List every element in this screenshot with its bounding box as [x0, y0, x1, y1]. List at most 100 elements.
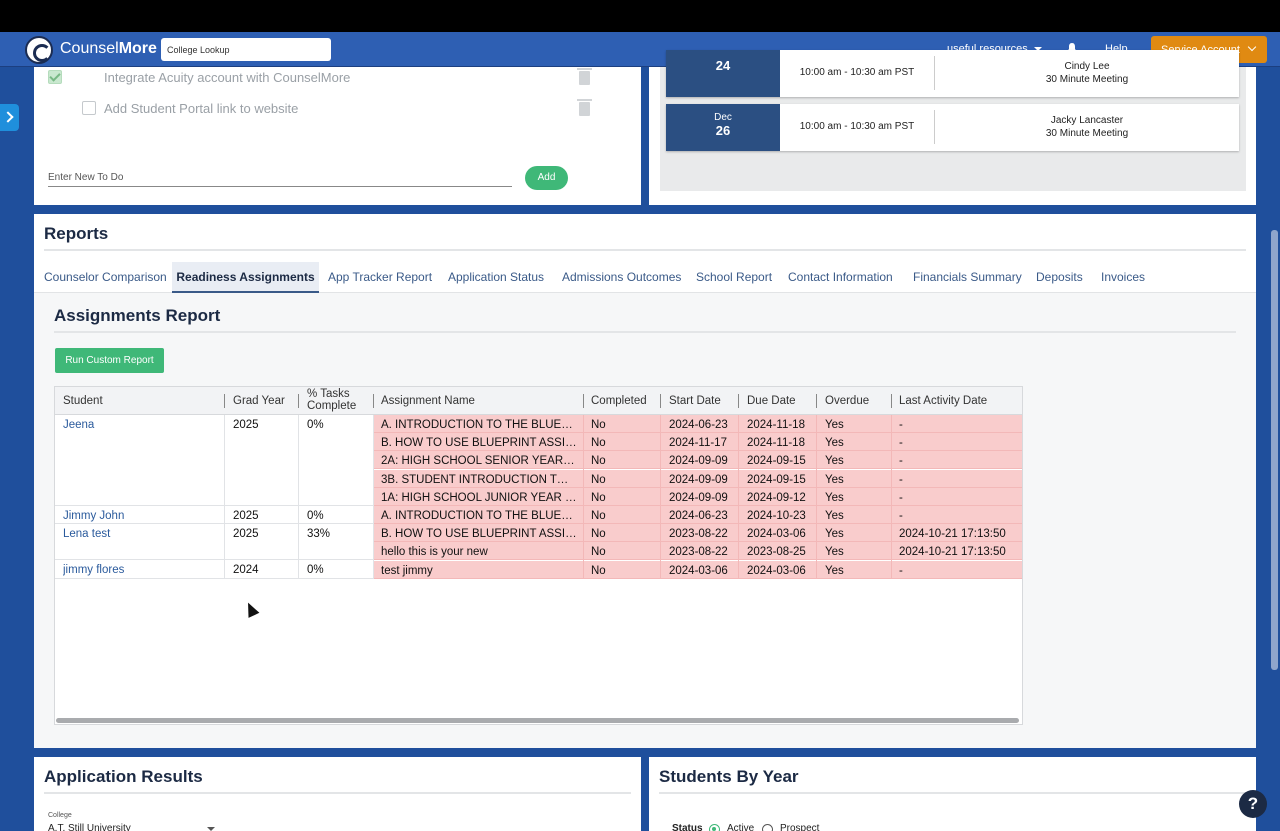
students-by-year-title: Students By Year [659, 767, 799, 786]
col-separator [373, 394, 374, 408]
table-cell: No [591, 419, 606, 431]
table-cell: No [591, 473, 606, 486]
college-select[interactable]: A.T. Still University [48, 823, 131, 831]
reports-tabs: Counselor Comparison Readiness Assignmen… [34, 262, 1256, 293]
table-cell: - [899, 419, 903, 431]
col-due-date[interactable]: Due Date [747, 387, 796, 415]
table-cell: 2024-11-17 [669, 437, 727, 450]
col-separator [738, 394, 739, 408]
table-cell: Yes [825, 528, 844, 541]
table-cell: No [591, 564, 606, 577]
expand-sidebar-button[interactable] [0, 104, 19, 131]
table-cell: 3B. STUDENT INTRODUCTION TO CO... [381, 473, 577, 486]
tab-readiness-assignments[interactable]: Readiness Assignments [172, 262, 319, 293]
counselmore-logo-icon[interactable] [25, 36, 53, 64]
table-cell: Yes [825, 491, 844, 504]
tab-invoices[interactable]: Invoices [1101, 262, 1145, 293]
trash-icon[interactable] [577, 99, 592, 116]
status-filter: Status [672, 823, 703, 831]
table-cell: 1A: HIGH SCHOOL JUNIOR YEAR CHE... [381, 491, 577, 504]
radio-prospect-label: Prospect [780, 823, 820, 831]
table-cell: hello this is your new [381, 546, 488, 559]
table-cell: 2024-03-06 [747, 564, 806, 577]
college-lookup-input[interactable]: College Lookup [161, 38, 331, 61]
tab-school-report[interactable]: School Report [696, 262, 772, 293]
table-header: Student Grad Year % Tasks Complete Assig… [55, 387, 1022, 415]
grid-line [583, 415, 584, 579]
run-custom-report-button[interactable]: Run Custom Report [55, 348, 164, 373]
student-link[interactable]: jimmy flores [63, 561, 223, 579]
application-results-title: Application Results [44, 767, 203, 786]
tab-deposits[interactable]: Deposits [1036, 262, 1083, 293]
table-cell: 2A: HIGH SCHOOL SENIOR YEAR CHE... [381, 455, 577, 468]
tab-counselor-comparison[interactable]: Counselor Comparison [44, 262, 167, 293]
college-label: College [48, 812, 72, 819]
table-cell: Yes [825, 564, 844, 577]
help-bubble-icon[interactable]: ? [1239, 790, 1267, 818]
new-todo-input[interactable]: Enter New To Do [48, 172, 512, 187]
pct-cell: 0% [307, 419, 324, 431]
tab-application-status[interactable]: Application Status [448, 262, 544, 293]
col-separator [583, 394, 584, 408]
brand-name[interactable]: CounselMore [60, 40, 157, 58]
divider [54, 331, 1236, 333]
horizontal-scrollbar[interactable] [56, 718, 1019, 723]
grid-line [298, 415, 299, 579]
radio-active-label: Active [727, 823, 755, 831]
caret-down-icon[interactable] [207, 827, 215, 831]
col-assignment-name[interactable]: Assignment Name [381, 387, 475, 415]
assignments-table: Student Grad Year % Tasks Complete Assig… [54, 386, 1023, 725]
tab-app-tracker-report[interactable]: App Tracker Report [328, 262, 432, 293]
table-cell: 2024-10-23 [747, 510, 806, 522]
student-link[interactable]: Jeena [63, 416, 223, 434]
event-time: 10:00 am - 10:30 am PST [799, 121, 915, 132]
table-cell: No [591, 528, 606, 541]
table-cell: 2023-08-22 [669, 528, 728, 541]
col-separator [224, 394, 225, 408]
grid-line [660, 415, 661, 579]
table-cell: No [591, 546, 606, 559]
col-overdue[interactable]: Overdue [825, 387, 869, 415]
table-cell: 2024-06-23 [669, 510, 728, 522]
col-separator [816, 394, 817, 408]
todo-checkbox-2[interactable] [82, 101, 96, 115]
grid-line [373, 415, 374, 579]
table-cell: No [591, 491, 606, 504]
table-cell: 2024-09-15 [747, 473, 806, 486]
student-link[interactable]: Lena test [63, 525, 223, 543]
vertical-scrollbar[interactable] [1271, 230, 1278, 670]
col-completed[interactable]: Completed [591, 387, 647, 415]
add-todo-button[interactable]: Add [525, 166, 568, 190]
table-cell: No [591, 437, 606, 450]
table-cell: B. HOW TO USE BLUEPRINT ASSIGN... [381, 437, 577, 450]
table-cell: A. INTRODUCTION TO THE BLUEPRI... [381, 510, 577, 522]
table-cell: Yes [825, 437, 844, 450]
col-student[interactable]: Student [63, 387, 103, 415]
trash-icon[interactable] [577, 68, 592, 85]
table-cell: 2023-08-22 [669, 546, 728, 559]
tab-contact-information[interactable]: Contact Information [788, 262, 893, 293]
grid-line [55, 505, 373, 506]
table-cell: - [899, 455, 903, 468]
table-cell: B. HOW TO USE BLUEPRINT ASSIGN... [381, 528, 577, 541]
radio-prospect[interactable] [762, 824, 773, 831]
table-cell: No [591, 510, 606, 522]
schedule-event[interactable]: Dec 26 10:00 am - 10:30 am PST Jacky Lan… [666, 104, 1239, 151]
tab-admissions-outcomes[interactable]: Admissions Outcomes [562, 262, 681, 293]
col-grad-year[interactable]: Grad Year [233, 387, 285, 415]
table-cell: - [899, 510, 903, 522]
col-start-date[interactable]: Start Date [669, 387, 721, 415]
pct-cell: 33% [307, 528, 331, 540]
grid-line [55, 523, 373, 524]
todo-checkbox-1[interactable] [48, 70, 62, 84]
table-cell: - [899, 564, 903, 577]
radio-active[interactable] [709, 824, 720, 831]
col-separator [660, 394, 661, 408]
col-last-activity[interactable]: Last Activity Date [899, 387, 987, 415]
table-cell: Yes [825, 546, 844, 559]
event-time: 10:00 am - 10:30 am PST [799, 67, 915, 78]
navbar-cover [649, 32, 1256, 67]
tab-financials-summary[interactable]: Financials Summary [913, 262, 1022, 293]
table-cell: Yes [825, 510, 844, 522]
col-pct-tasks[interactable]: % Tasks Complete [307, 387, 363, 415]
